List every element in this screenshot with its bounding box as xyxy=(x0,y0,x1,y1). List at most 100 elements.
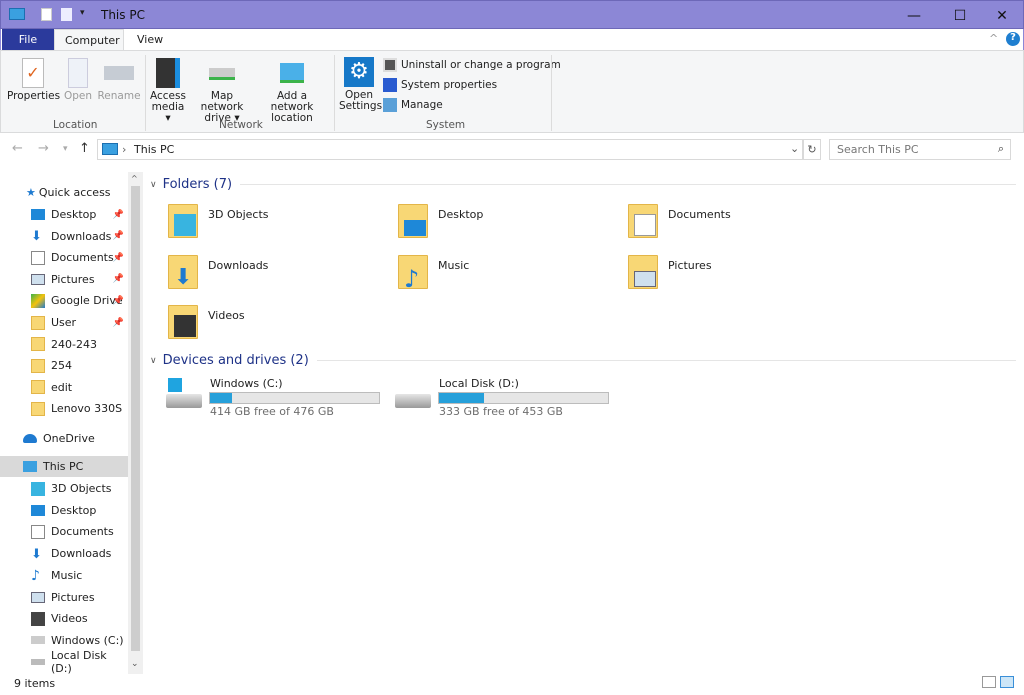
folder-item[interactable]: ⬇ Downloads xyxy=(166,251,386,295)
breadcrumb-this-pc[interactable]: This PC xyxy=(134,143,174,156)
folder-item[interactable]: ♪ Music xyxy=(396,251,616,295)
folder-item[interactable]: Desktop xyxy=(396,200,616,244)
map-network-drive-button[interactable]: Map network drive ▾ xyxy=(189,58,255,124)
folder-item[interactable]: Pictures xyxy=(626,251,846,295)
pin-icon[interactable]: 📌 xyxy=(113,318,124,328)
folder-label: Documents xyxy=(668,208,731,221)
cloud-icon xyxy=(23,434,37,443)
nav-item[interactable]: User 📌 xyxy=(0,312,128,333)
nav-item[interactable]: Documents 📌 xyxy=(0,247,128,268)
address-bar[interactable]: › This PC ⌄ xyxy=(97,139,803,160)
folder-label: Pictures xyxy=(668,258,712,272)
manage-button[interactable]: Manage xyxy=(383,96,561,114)
pin-icon[interactable]: 📌 xyxy=(113,231,124,241)
nav-item[interactable]: edit xyxy=(0,377,128,398)
drive-usage-fill xyxy=(210,393,232,403)
nav-label: OneDrive xyxy=(43,432,95,445)
properties-quick-icon[interactable] xyxy=(41,8,52,21)
large-icons-view-button[interactable] xyxy=(1000,676,1014,688)
access-media-button[interactable]: Access media ▾ xyxy=(149,58,187,124)
nav-item[interactable]: Local Disk (D:) xyxy=(0,649,128,675)
group-network-label: Network xyxy=(219,119,263,131)
nav-item[interactable]: Videos xyxy=(0,608,128,629)
help-icon[interactable]: ? xyxy=(1006,32,1020,46)
videos-overlay-icon xyxy=(174,315,196,337)
nav-item[interactable]: Desktop 📌 xyxy=(0,204,128,225)
folder-item[interactable]: Documents xyxy=(626,200,846,244)
nav-label: This PC xyxy=(43,460,84,473)
settings-gear-icon: ⚙ xyxy=(344,57,374,87)
pin-icon[interactable]: 📌 xyxy=(113,296,124,306)
details-view-button[interactable] xyxy=(982,676,996,688)
scroll-up-icon[interactable]: ^ xyxy=(131,174,138,183)
nav-item[interactable]: 254 xyxy=(0,355,128,376)
up-button[interactable]: ↑ xyxy=(79,141,90,156)
drive-usage-bar xyxy=(438,392,609,404)
maximize-button[interactable]: ☐ xyxy=(937,1,983,30)
customize-toolbar-icon[interactable]: ▾ xyxy=(80,8,85,18)
tab-view[interactable]: View xyxy=(127,29,173,50)
nav-item[interactable]: ⬇ Downloads xyxy=(0,543,128,564)
minimize-button[interactable]: — xyxy=(891,1,937,30)
devices-section-header[interactable]: ∨ Devices and drives (2) xyxy=(150,353,1016,368)
add-location-label-2: location xyxy=(271,112,313,124)
scroll-down-icon[interactable]: ⌄ xyxy=(131,659,139,669)
collapse-ribbon-icon[interactable]: ^ xyxy=(989,32,998,45)
folders-section-header[interactable]: ∨ Folders (7) xyxy=(150,177,1016,192)
add-network-location-button[interactable]: Add a network location xyxy=(256,58,328,124)
recent-locations-button[interactable]: ▾ xyxy=(63,144,68,154)
nav-item[interactable]: Pictures 📌 xyxy=(0,269,128,290)
folder-icon xyxy=(396,200,432,240)
address-dropdown-icon[interactable]: ⌄ xyxy=(790,142,799,155)
folder-item[interactable]: 3D Objects xyxy=(166,200,386,244)
open-icon xyxy=(68,58,88,88)
drive-name: Windows (C:) xyxy=(210,377,283,390)
drive-item[interactable]: Windows (C:) 414 GB free of 476 GB xyxy=(164,376,384,420)
nav-item[interactable]: Lenovo 330S xyxy=(0,398,128,419)
refresh-button[interactable]: ↻ xyxy=(803,139,821,160)
nav-label: Downloads xyxy=(51,547,112,561)
breadcrumb-separator: › xyxy=(122,143,127,156)
nav-item[interactable]: ♪ Music xyxy=(0,565,128,586)
divider xyxy=(551,55,552,131)
close-button[interactable]: ✕ xyxy=(979,1,1024,30)
nav-item[interactable]: 240-243 xyxy=(0,334,128,355)
new-folder-quick-icon[interactable] xyxy=(61,8,72,21)
rename-button[interactable]: Rename xyxy=(97,58,141,102)
folder-item[interactable]: Videos xyxy=(166,301,386,345)
forward-button[interactable]: → xyxy=(38,141,49,156)
uninstall-program-button[interactable]: Uninstall or change a program xyxy=(383,56,561,74)
nav-item[interactable]: 3D Objects xyxy=(0,478,128,499)
nav-label: Desktop xyxy=(51,208,97,221)
nav-item[interactable]: ⬇ Downloads 📌 xyxy=(0,226,128,247)
pin-icon[interactable]: 📌 xyxy=(113,210,124,220)
nav-this-pc[interactable]: This PC xyxy=(0,456,128,477)
back-button[interactable]: ← xyxy=(12,141,23,156)
properties-button[interactable]: ✓ Properties xyxy=(7,58,60,102)
nav-item[interactable]: Windows (C:) xyxy=(0,630,128,651)
nav-item[interactable]: Google Drive 📌 xyxy=(0,290,128,311)
nav-onedrive[interactable]: OneDrive xyxy=(0,428,128,449)
drive-item[interactable]: Local Disk (D:) 333 GB free of 453 GB xyxy=(393,376,613,420)
nav-label: Downloads xyxy=(51,229,112,243)
tab-file[interactable]: File xyxy=(2,29,54,50)
open-settings-button[interactable]: ⚙ Open Settings xyxy=(339,57,382,112)
group-system-label: System xyxy=(426,119,466,131)
open-button[interactable]: Open xyxy=(61,58,95,102)
folder-label: Desktop xyxy=(438,208,484,221)
system-properties-button[interactable]: System properties xyxy=(383,76,561,94)
nav-label: User xyxy=(51,316,77,329)
pin-icon[interactable]: 📌 xyxy=(113,253,124,263)
nav-item[interactable]: Desktop xyxy=(0,500,128,521)
nav-item[interactable]: Documents xyxy=(0,521,128,542)
uninstall-label: Uninstall or change a program xyxy=(401,59,561,71)
downloads-icon: ⬇ xyxy=(31,229,42,245)
nav-item[interactable]: Pictures xyxy=(0,587,128,608)
pin-icon[interactable]: 📌 xyxy=(113,274,124,284)
search-input[interactable]: Search This PC ⌕ xyxy=(829,139,1011,160)
divider xyxy=(334,55,335,131)
scrollbar-thumb[interactable] xyxy=(131,186,140,651)
tab-computer[interactable]: Computer xyxy=(54,29,124,50)
nav-quick-access[interactable]: ★ Quick access xyxy=(0,182,128,203)
system-properties-icon xyxy=(383,78,397,92)
